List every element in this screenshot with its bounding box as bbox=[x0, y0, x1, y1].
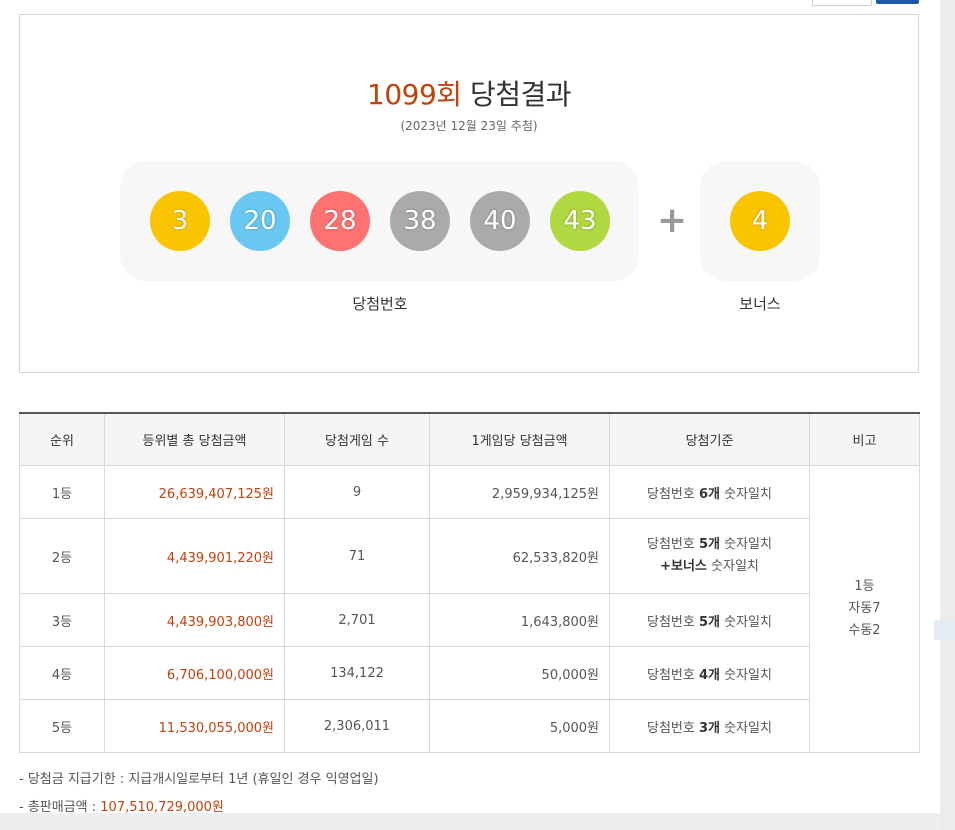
per-game-cell: 1,643,800원 bbox=[429, 593, 610, 647]
total-amount-cell: 6,706,100,000원 bbox=[104, 646, 285, 700]
criteria-text: 당첨번호 bbox=[647, 486, 699, 502]
criteria-count: 4개 bbox=[698, 667, 720, 683]
total-amount-cell: 4,439,903,800원 bbox=[104, 593, 285, 647]
criteria-text: 숫자일치 bbox=[720, 537, 772, 552]
total-amount-cell: 11,530,055,000원 bbox=[104, 699, 285, 753]
rank-cell: 5등 bbox=[19, 699, 105, 753]
bonus-label: 보너스 bbox=[739, 295, 781, 313]
criteria-cell: 당첨번호 4개 숫자일치 bbox=[609, 646, 810, 700]
criteria-cell: 당첨번호 5개 숫자일치 bbox=[609, 593, 810, 647]
winning-numbers-label: 당첨번호 bbox=[352, 295, 408, 313]
table-row: 5등 11,530,055,000원 2,306,011 5,000원 당첨번호… bbox=[19, 699, 920, 753]
bonus-ball: 4 bbox=[730, 191, 790, 251]
games-cell: 71 bbox=[284, 518, 430, 594]
total-amount-cell: 26,639,407,125원 bbox=[104, 465, 285, 519]
criteria-cell: 당첨번호 6개 숫자일치 bbox=[609, 465, 810, 519]
table-row: 3등 4,439,903,800원 2,701 1,643,800원 당첨번호 … bbox=[19, 593, 920, 647]
col-header-criteria: 당첨기준 bbox=[609, 412, 810, 466]
total-amount-cell: 4,439,901,220원 bbox=[104, 518, 285, 594]
scroll-thumb[interactable] bbox=[934, 620, 955, 640]
criteria-cell: 당첨번호 5개 숫자일치 +보너스 숫자일치 bbox=[609, 518, 810, 594]
winning-numbers-panel: 3 20 28 38 40 43 bbox=[120, 161, 639, 281]
per-game-cell: 5,000원 bbox=[429, 699, 610, 753]
top-primary-button[interactable] bbox=[876, 0, 919, 4]
horizontal-scrollbar[interactable] bbox=[0, 813, 955, 830]
bonus-number-panel: 4 bbox=[700, 161, 820, 281]
criteria-text: 숫자일치 bbox=[720, 667, 772, 683]
criteria-text: 숫자일치 bbox=[706, 559, 759, 574]
rank-cell: 1등 bbox=[19, 465, 105, 519]
ball-4: 38 bbox=[390, 191, 450, 251]
criteria-text: 숫자일치 bbox=[720, 614, 772, 630]
games-cell: 2,306,011 bbox=[284, 699, 430, 753]
top-secondary-button[interactable] bbox=[812, 0, 872, 6]
prize-table: 순위 등위별 총 당첨금액 당첨게임 수 1게임당 당첨금액 당첨기준 비고 1… bbox=[19, 412, 920, 753]
col-header-rank: 순위 bbox=[19, 412, 105, 466]
criteria-count: 6개 bbox=[698, 486, 720, 502]
table-row: 2등 4,439,901,220원 71 62,533,820원 당첨번호 5개… bbox=[19, 518, 920, 594]
criteria-text: 숫자일치 bbox=[720, 720, 772, 736]
games-cell: 9 bbox=[284, 465, 430, 519]
criteria-text: 당첨번호 bbox=[647, 720, 699, 736]
round-number: 1099회 bbox=[367, 78, 462, 111]
col-header-note: 비고 bbox=[809, 412, 920, 466]
col-header-total: 등위별 총 당첨금액 bbox=[104, 412, 285, 466]
rank-cell: 4등 bbox=[19, 646, 105, 700]
rank-cell: 3등 bbox=[19, 593, 105, 647]
criteria-text: 당첨번호 bbox=[647, 667, 699, 683]
criteria-text: 당첨번호 bbox=[647, 537, 699, 552]
criteria-count: 5개 bbox=[698, 614, 720, 630]
criteria-bonus: +보너스 bbox=[660, 559, 707, 574]
per-game-cell: 2,959,934,125원 bbox=[429, 465, 610, 519]
note-line: 자동7 bbox=[848, 601, 881, 616]
per-game-cell: 62,533,820원 bbox=[429, 518, 610, 594]
criteria-text: 숫자일치 bbox=[720, 486, 772, 502]
games-cell: 134,122 bbox=[284, 646, 430, 700]
table-header-row: 순위 등위별 총 당첨금액 당첨게임 수 1게임당 당첨금액 당첨기준 비고 bbox=[19, 412, 920, 466]
criteria-text: 당첨번호 bbox=[647, 614, 699, 630]
table-row: 4등 6,706,100,000원 134,122 50,000원 당첨번호 4… bbox=[19, 646, 920, 700]
note-cell: 1등자동7 수동2 bbox=[809, 465, 920, 753]
note-line: 수동2 bbox=[848, 623, 881, 638]
games-cell: 2,701 bbox=[284, 593, 430, 647]
criteria-count: 5개 bbox=[698, 537, 720, 552]
plus-icon: + bbox=[657, 200, 688, 241]
page-title: 1099회 당첨결과 bbox=[20, 73, 918, 113]
ball-6: 43 bbox=[550, 191, 610, 251]
payout-deadline-text: - 당첨금 지급기한 : 지급개시일로부터 1년 (휴일인 경우 익영업일) bbox=[19, 772, 379, 787]
ball-2: 20 bbox=[230, 191, 290, 251]
rank-cell: 2등 bbox=[19, 518, 105, 594]
ball-1: 3 bbox=[150, 191, 210, 251]
ball-3: 28 bbox=[310, 191, 370, 251]
criteria-count: 3개 bbox=[698, 720, 720, 736]
table-row: 1등 26,639,407,125원 9 2,959,934,125원 당첨번호… bbox=[19, 465, 920, 753]
vertical-scrollbar[interactable] bbox=[934, 0, 955, 830]
title-text: 당첨결과 bbox=[469, 78, 572, 111]
per-game-cell: 50,000원 bbox=[429, 646, 610, 700]
col-header-games: 당첨게임 수 bbox=[284, 412, 430, 466]
col-header-per-game: 1게임당 당첨금액 bbox=[429, 412, 610, 466]
draw-result-panel: 1099회 당첨결과 (2023년 12월 23일 추첨) 3 20 28 38… bbox=[19, 14, 919, 373]
ball-5: 40 bbox=[470, 191, 530, 251]
draw-date: (2023년 12월 23일 추첨) bbox=[400, 119, 538, 133]
note-line: 1등 bbox=[854, 579, 875, 594]
criteria-cell: 당첨번호 3개 숫자일치 bbox=[609, 699, 810, 753]
